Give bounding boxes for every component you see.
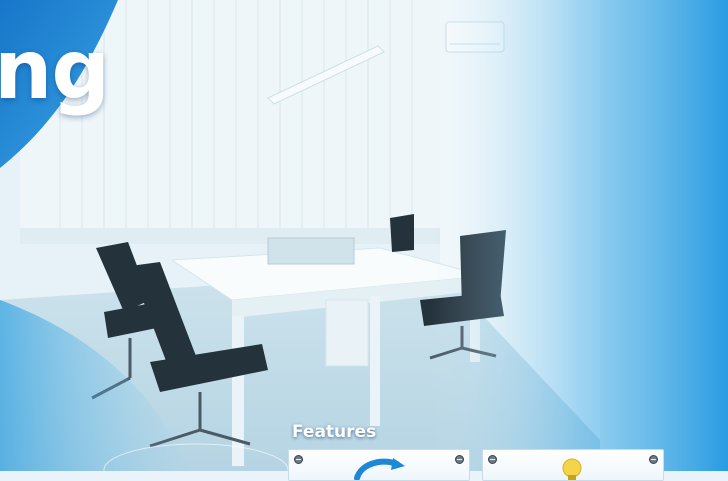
feature-card-1[interactable] — [288, 449, 470, 481]
screw-icon — [455, 455, 464, 464]
screw-icon — [488, 455, 497, 464]
screw-icon — [294, 455, 303, 464]
feature-card-2[interactable] — [482, 449, 664, 481]
hero-banner — [0, 0, 728, 481]
features-heading: Features — [292, 422, 377, 442]
refresh-arrow-icon — [354, 458, 405, 480]
office-scene-illustration — [0, 0, 728, 481]
lightbulb-icon — [562, 458, 582, 480]
hero-headline: ng — [0, 23, 110, 118]
screw-icon — [649, 455, 658, 464]
